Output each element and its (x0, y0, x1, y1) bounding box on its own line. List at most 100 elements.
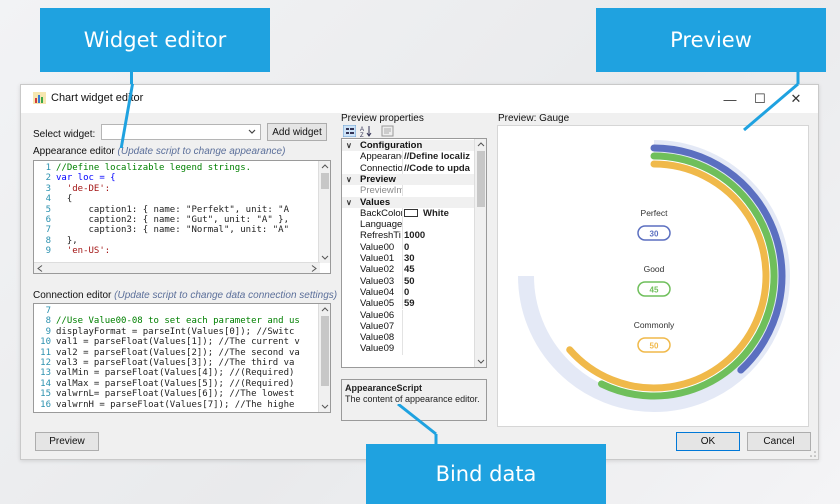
property-divider (402, 253, 403, 265)
scroll-left-icon[interactable] (37, 265, 43, 272)
property-divider (402, 309, 403, 321)
property-category[interactable]: ∨ Values (342, 196, 475, 208)
property-category[interactable]: ∨ Configuration (342, 140, 475, 152)
line-number: 8 (45, 235, 51, 246)
gauge-legend-label: Commonly (634, 320, 675, 330)
property-category-label: Values (360, 196, 391, 208)
collapse-chevron-icon[interactable]: ∨ (346, 174, 352, 185)
property-toolbar: A Z (341, 125, 487, 138)
property-row[interactable]: Value04 0 (342, 286, 475, 299)
property-row[interactable]: RefreshTi 1000 (342, 230, 475, 242)
add-widget-button[interactable]: Add widget (267, 123, 327, 141)
preview-leader-line (743, 72, 800, 132)
property-grid-scroll-thumb[interactable] (477, 151, 485, 207)
property-name: RefreshTi (360, 230, 401, 242)
property-row[interactable]: Language (342, 219, 475, 231)
property-name: Value09 (360, 343, 395, 355)
collapse-chevron-icon[interactable]: ∨ (346, 197, 352, 208)
line-number: 8 (45, 316, 51, 327)
scroll-down-icon[interactable] (477, 359, 485, 365)
categorized-view-icon[interactable] (343, 125, 356, 137)
callout-bind-data: Bind data (366, 444, 606, 504)
property-divider (402, 207, 403, 220)
scroll-down-icon[interactable] (321, 255, 329, 261)
property-row[interactable]: Value00 0 (342, 241, 475, 253)
code-line: 5 caption1: { name: "Perfekt", unit: "A (34, 205, 318, 215)
code-text: }, (56, 235, 78, 246)
property-category[interactable]: ∨ Preview (342, 173, 475, 186)
code-text: val1 = parseFloat(Values[1]); //The curr… (56, 337, 300, 348)
cancel-button[interactable]: Cancel (747, 432, 811, 451)
property-description-text: The content of appearance editor. (345, 394, 480, 404)
property-value[interactable]: //Code to upda (404, 163, 474, 174)
property-row[interactable]: Value08 (342, 332, 475, 344)
code-line: 16 valwrnH = parseFloat(Values[7]); //The… (34, 400, 318, 410)
connection-editor-title: Connection editor (33, 290, 112, 301)
code-text: valMin = parseFloat(Values[4]); //(Requi… (56, 368, 295, 379)
property-grid-scrollbar[interactable] (474, 139, 486, 367)
appearance-horizontal-scrollbar[interactable] (34, 262, 320, 273)
line-number: 16 (40, 399, 51, 410)
preview-button[interactable]: Preview (35, 432, 99, 451)
scroll-up-icon[interactable] (321, 306, 329, 312)
property-row[interactable]: Connectio//Code to upda (342, 162, 475, 174)
property-value[interactable]: //Define localiz (404, 151, 474, 162)
property-divider (402, 219, 403, 231)
property-row[interactable]: BackColor White (342, 207, 475, 220)
property-row[interactable]: Value06 (342, 309, 475, 321)
code-text: valwrnL= parseFloat(Values[6]); //The lo… (56, 389, 295, 400)
appearance-scroll-thumb[interactable] (321, 173, 329, 189)
property-value[interactable]: 50 (404, 276, 474, 287)
chart-app-icon (33, 92, 46, 104)
property-row[interactable]: Value01 30 (342, 253, 475, 265)
property-name: Value01 (360, 253, 395, 264)
connection-vertical-scrollbar[interactable] (318, 304, 330, 412)
code-line: 1 //Define localizable legend strings. (34, 163, 318, 173)
code-text: 'de-DE': (56, 183, 111, 194)
appearance-vertical-scrollbar[interactable] (318, 161, 330, 263)
gauge-value-label: 45 (650, 286, 659, 295)
connection-code-editor[interactable]: 7 8 //Use Value00-08 to set each parameter… (33, 303, 331, 413)
property-value[interactable]: 59 (404, 298, 474, 309)
resize-grip-icon[interactable] (808, 449, 816, 457)
property-value[interactable]: 45 (404, 264, 474, 275)
appearance-code-editor[interactable]: 1 //Define localizable legend strings. 2 va… (33, 160, 331, 274)
connection-scroll-thumb[interactable] (321, 316, 329, 386)
scroll-right-icon[interactable] (311, 265, 317, 272)
line-number: 6 (45, 214, 51, 225)
code-text: //Use Value00-08 to set each parameter a… (56, 316, 300, 327)
preview-label: Preview: Gauge (498, 113, 570, 124)
property-row[interactable]: Value03 50 (342, 275, 475, 287)
property-row[interactable]: Value09 (342, 343, 475, 355)
property-grid[interactable]: ∨ Configuration Appearanc//Define localiz C… (341, 138, 487, 368)
property-divider (402, 185, 403, 197)
ok-button[interactable]: OK (676, 432, 740, 451)
property-value[interactable]: White (404, 208, 474, 219)
property-row[interactable]: Value02 45 (342, 264, 475, 276)
chevron-down-icon (248, 129, 256, 134)
property-value[interactable]: 0 (404, 242, 474, 253)
scroll-up-icon[interactable] (477, 141, 485, 147)
scroll-up-icon[interactable] (321, 163, 329, 169)
property-value[interactable]: 0 (404, 287, 474, 298)
line-number: 7 (45, 306, 51, 316)
code-line: 4 { (34, 194, 318, 204)
code-line: 11 val2 = parseFloat(Values[2]); //The se… (34, 348, 318, 358)
code-line: 14 valMax = parseFloat(Values[5]); //(Req… (34, 379, 318, 389)
property-name: Value02 (360, 264, 395, 276)
code-text: caption3: { name: "Normal", unit: "A" (56, 225, 290, 236)
line-number: 11 (40, 347, 51, 358)
code-line: 9 'en-US': (34, 246, 318, 256)
property-description-title: AppearanceScript (345, 383, 423, 393)
property-pages-icon[interactable] (381, 125, 394, 137)
property-row[interactable]: PreviewIm (342, 185, 475, 197)
collapse-chevron-icon[interactable]: ∨ (346, 140, 352, 151)
code-text: var loc = { (56, 173, 116, 184)
scroll-down-icon[interactable] (321, 404, 329, 410)
alphabetical-sort-icon[interactable]: A Z (360, 125, 373, 137)
property-row[interactable]: Value05 59 (342, 298, 475, 310)
property-row[interactable]: Value07 (342, 320, 475, 333)
property-value[interactable]: 30 (404, 253, 474, 264)
property-value[interactable]: 1000 (404, 230, 474, 241)
property-row[interactable]: Appearanc//Define localiz (342, 151, 475, 163)
